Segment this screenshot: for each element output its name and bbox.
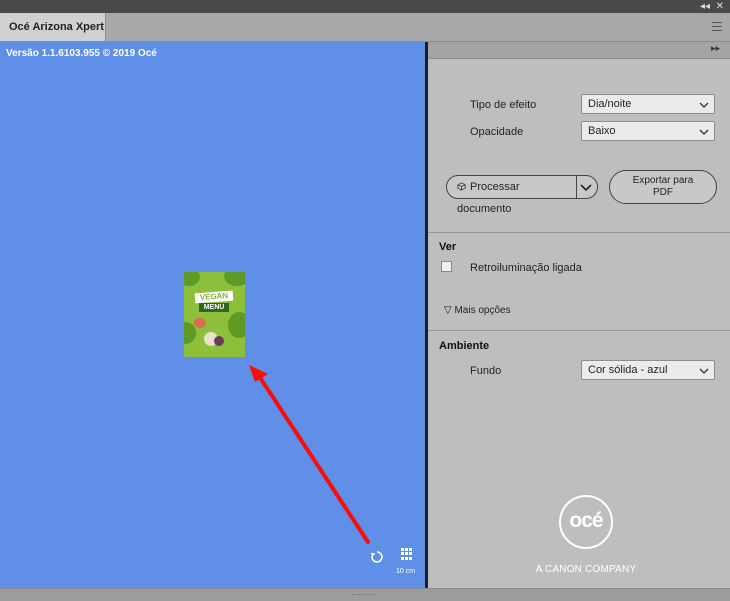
panel-header: ▸▸: [428, 42, 730, 59]
environment-section-title: Ambiente: [439, 340, 490, 352]
background-label: Fundo: [470, 365, 502, 377]
background-select[interactable]: Cor sólida - azul: [581, 360, 715, 380]
title-bar: ◂◂ ✕: [0, 0, 730, 13]
opacity-value: Baixo: [588, 125, 616, 137]
opacity-select[interactable]: Baixo: [581, 121, 715, 141]
view-section-title: Ver: [439, 241, 457, 253]
more-options-toggle[interactable]: ▽ Mais opções: [444, 305, 511, 316]
settings-panel: ▸▸ Tipo de efeito Dia/noite Opacidade Ba…: [428, 42, 730, 588]
tab-oce-arizona-xpert[interactable]: Océ Arizona Xpert: [0, 13, 106, 41]
status-bar: [0, 588, 730, 601]
chevron-down-icon: [699, 129, 709, 135]
process-document-button[interactable]: Processar documento: [446, 175, 598, 215]
export-pdf-button[interactable]: Exportar para PDF: [609, 170, 717, 204]
preview-canvas[interactable]: Versão 1.1.6103.955 © 2019 Océ VEGAN MEN…: [0, 42, 425, 588]
opacity-label: Opacidade: [470, 126, 524, 138]
backlight-checkbox[interactable]: [441, 261, 452, 272]
effect-type-label: Tipo de efeito: [470, 99, 537, 111]
process-options-dropdown-icon[interactable]: [578, 180, 594, 194]
backlight-label: Retroiluminação ligada: [470, 262, 582, 274]
process-document-label: Processar documento: [457, 181, 520, 215]
effect-type-value: Dia/noite: [588, 98, 632, 110]
process-document-main[interactable]: Processar documento: [447, 176, 576, 215]
oce-logo: océ: [559, 495, 613, 549]
annotation-arrow: [249, 365, 370, 544]
close-icon[interactable]: ✕: [716, 0, 724, 13]
canon-tagline: A CANON COMPANY: [535, 564, 637, 575]
tab-bar: Océ Arizona Xpert: [0, 13, 730, 42]
expand-icon[interactable]: ▸▸: [711, 43, 720, 54]
resize-grip[interactable]: [352, 594, 376, 597]
chevron-down-icon: [699, 102, 709, 108]
panel-menu-icon[interactable]: [712, 22, 722, 34]
chevron-down-icon: [699, 368, 709, 374]
cube-icon: [457, 182, 466, 191]
effect-type-select[interactable]: Dia/noite: [581, 94, 715, 114]
collapse-panel-icon[interactable]: ◂◂: [700, 0, 710, 13]
background-value: Cor sólida - azul: [588, 364, 668, 376]
